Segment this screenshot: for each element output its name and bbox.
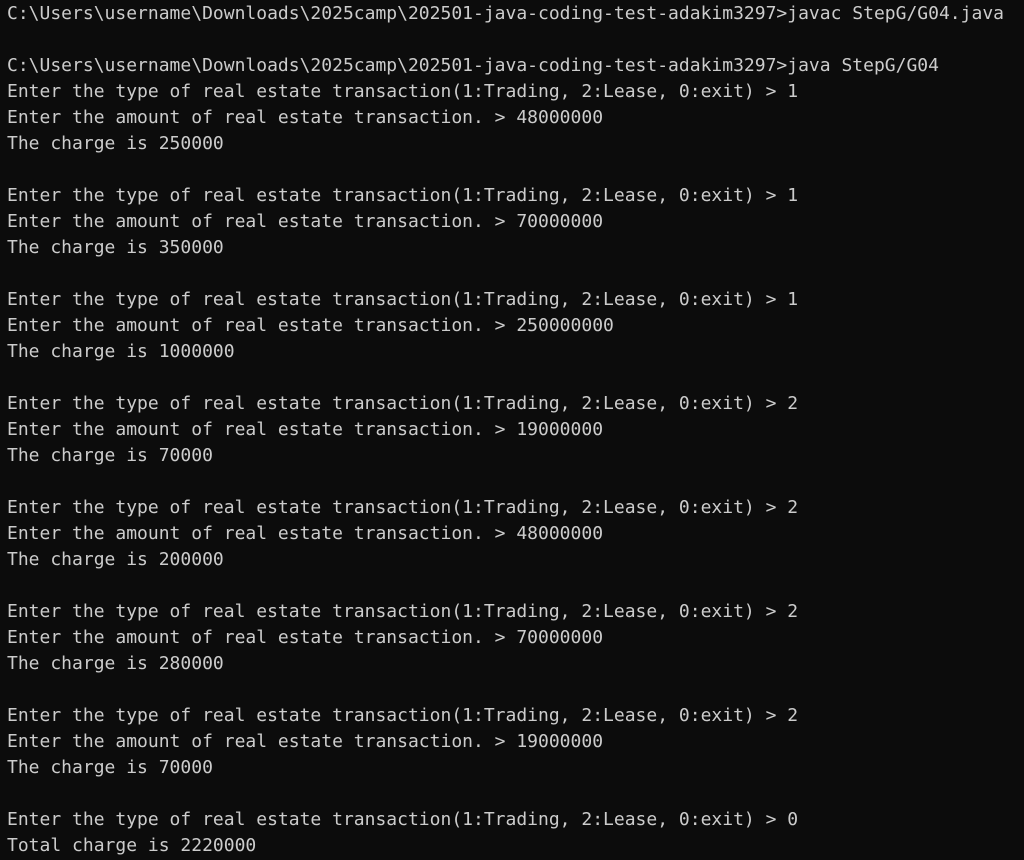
terminal-line: Enter the amount of real estate transact… — [7, 315, 614, 336]
terminal-line: Enter the type of real estate transactio… — [7, 289, 799, 310]
terminal-line: Enter the type of real estate transactio… — [7, 809, 799, 830]
terminal-line: Enter the type of real estate transactio… — [7, 705, 799, 726]
terminal-line: Enter the amount of real estate transact… — [7, 523, 604, 544]
terminal-line: Enter the amount of real estate transact… — [7, 211, 604, 232]
terminal-line: Total charge is 2220000 — [7, 835, 257, 856]
terminal-line: Enter the amount of real estate transact… — [7, 107, 604, 128]
terminal-line: Enter the amount of real estate transact… — [7, 627, 604, 648]
terminal-line: Enter the type of real estate transactio… — [7, 185, 799, 206]
terminal-line: C:\Users\username\Downloads\2025camp\202… — [7, 3, 1004, 24]
terminal-line: Enter the type of real estate transactio… — [7, 81, 799, 102]
terminal-line: The charge is 200000 — [7, 549, 224, 570]
terminal-line: The charge is 1000000 — [7, 341, 235, 362]
terminal-line: C:\Users\username\Downloads\2025camp\202… — [7, 55, 939, 76]
terminal-line: The charge is 250000 — [7, 133, 224, 154]
terminal-line: The charge is 350000 — [7, 237, 224, 258]
terminal-line: Enter the type of real estate transactio… — [7, 601, 799, 622]
terminal-line: The charge is 280000 — [7, 653, 224, 674]
terminal-line: The charge is 70000 — [7, 757, 213, 778]
terminal-line: Enter the type of real estate transactio… — [7, 497, 799, 518]
terminal-output[interactable]: C:\Users\username\Downloads\2025camp\202… — [0, 0, 1024, 860]
terminal-line: Enter the amount of real estate transact… — [7, 419, 604, 440]
terminal-line: Enter the type of real estate transactio… — [7, 393, 799, 414]
terminal-line: Enter the amount of real estate transact… — [7, 731, 604, 752]
terminal-line: The charge is 70000 — [7, 445, 213, 466]
